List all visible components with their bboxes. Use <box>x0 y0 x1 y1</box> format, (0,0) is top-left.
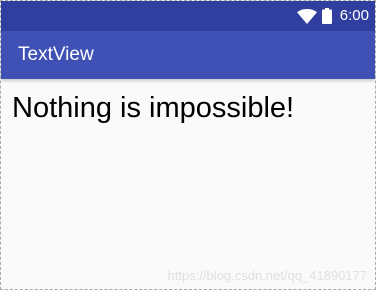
battery-icon <box>321 8 332 24</box>
app-bar: TextView <box>1 31 375 79</box>
text-view: Nothing is impossible! <box>12 92 295 124</box>
status-time: 6:00 <box>339 7 369 24</box>
wifi-icon <box>296 8 317 24</box>
content-area: Nothing is impossible! <box>1 79 375 289</box>
app-title: TextView <box>18 44 94 65</box>
status-bar: 6:00 <box>1 1 375 31</box>
status-icons: 6:00 <box>296 1 369 31</box>
watermark: https://blog.csdn.net/qq_41890177 <box>167 268 368 283</box>
device-screen: 6:00 TextView Nothing is impossible! htt… <box>0 0 376 290</box>
